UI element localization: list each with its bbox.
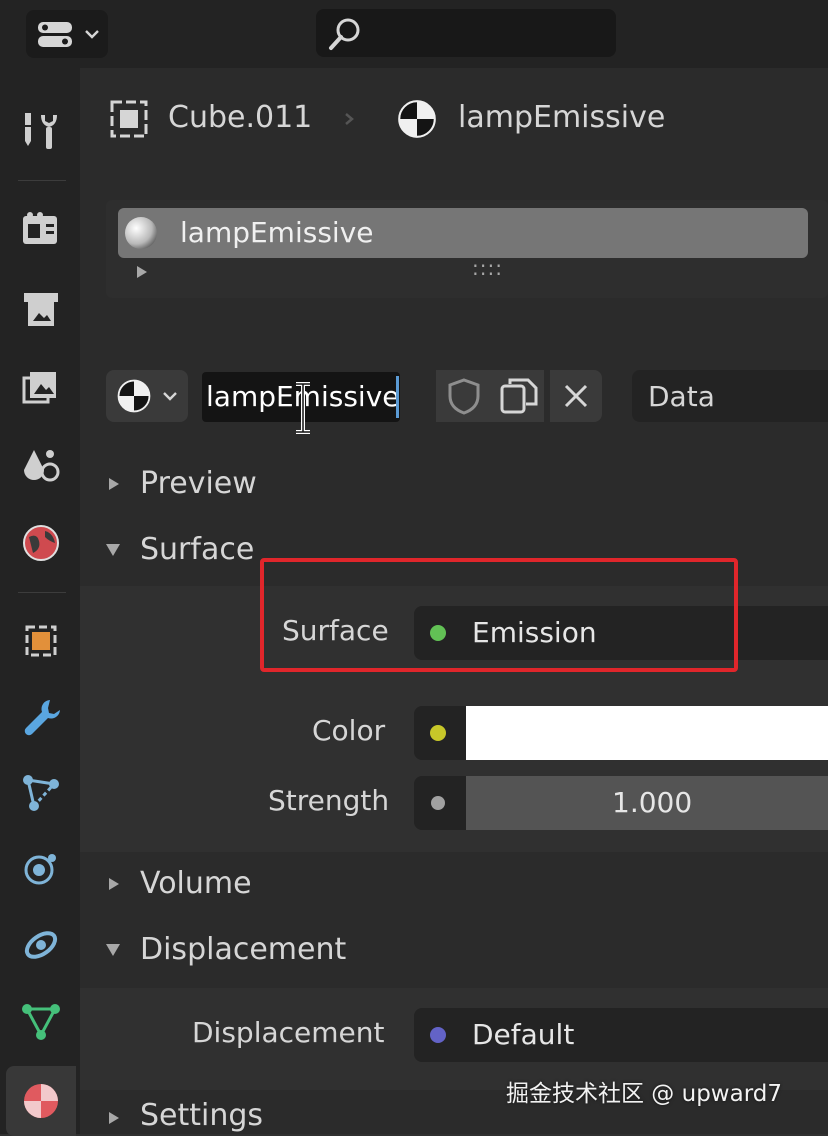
fake-user-button[interactable] <box>436 370 544 422</box>
strength-value: 1.000 <box>612 786 693 819</box>
unlink-button[interactable] <box>550 370 602 422</box>
link-dropdown[interactable]: Data <box>632 370 828 422</box>
panel-header-settings[interactable]: Settings <box>140 1098 263 1133</box>
tab-view-layer[interactable] <box>6 352 76 422</box>
tab-particles[interactable] <box>6 758 76 828</box>
i-beam-cursor-icon <box>296 382 310 434</box>
tab-object[interactable] <box>6 606 76 676</box>
panel-header-preview[interactable]: Preview <box>140 466 257 501</box>
close-icon <box>564 384 588 408</box>
particles-icon <box>23 775 59 811</box>
tab-render[interactable] <box>6 194 76 264</box>
collapsed-arrow-icon[interactable] <box>106 1110 122 1126</box>
value-socket-icon <box>431 796 445 810</box>
wrench-icon <box>24 700 60 736</box>
tab-output[interactable] <box>6 274 76 344</box>
render-icon <box>23 212 57 244</box>
chevron-down-icon <box>163 392 177 401</box>
object-icon <box>25 625 57 657</box>
panel-header-displacement[interactable]: Displacement <box>140 932 346 967</box>
color-socket-icon <box>430 725 446 741</box>
collapsed-arrow-icon[interactable] <box>106 876 122 892</box>
tool-icon <box>25 113 57 149</box>
output-icon <box>24 293 58 326</box>
tab-physics[interactable] <box>6 834 76 904</box>
text-cursor <box>396 376 399 418</box>
displacement-dropdown[interactable]: Default <box>414 1008 828 1062</box>
resize-grip[interactable]: :::: <box>472 256 503 280</box>
list-item[interactable]: lampEmissive <box>118 208 808 258</box>
tab-scene[interactable] <box>6 430 76 500</box>
breadcrumb-arrow-icon <box>345 113 354 125</box>
material-properties-panel: Cube.011 lampEmissive lampEmissive :::: <box>80 68 828 1134</box>
breadcrumb-object[interactable]: Cube.011 <box>168 100 312 135</box>
expanded-arrow-icon[interactable] <box>104 542 122 558</box>
expand-arrow-icon[interactable] <box>134 264 150 280</box>
highlight-box <box>260 558 738 672</box>
browse-material-button[interactable] <box>106 370 188 422</box>
strength-label: Strength <box>268 784 390 817</box>
color-socket-button[interactable] <box>414 706 466 760</box>
strength-slider[interactable]: 1.000 <box>466 776 828 830</box>
editor-type-button[interactable] <box>26 10 108 58</box>
tab-tool[interactable] <box>6 96 76 166</box>
mesh-data-icon <box>22 1004 60 1040</box>
properties-tab-bar <box>0 68 80 1136</box>
tab-data[interactable] <box>6 986 76 1056</box>
displacement-label: Displacement <box>192 1016 385 1049</box>
physics-icon <box>24 854 56 885</box>
link-value: Data <box>648 380 715 413</box>
slot-name: lampEmissive <box>180 216 374 249</box>
editor-type-icon <box>38 22 72 47</box>
material-browse-icon <box>117 379 151 413</box>
material-sphere-icon <box>125 217 157 249</box>
watermark: 掘金技术社区 @ upward7 <box>506 1081 782 1107</box>
expanded-arrow-icon[interactable] <box>104 942 122 958</box>
search-input[interactable] <box>316 9 616 57</box>
displacement-value: Default <box>472 1018 575 1051</box>
panel-header-volume[interactable]: Volume <box>140 866 252 901</box>
object-mode-icon <box>110 100 148 138</box>
constraints-icon <box>24 931 58 959</box>
duplicate-icon <box>500 378 538 414</box>
tab-material[interactable] <box>6 1066 76 1136</box>
world-icon <box>23 525 59 561</box>
collapsed-arrow-icon[interactable] <box>106 476 122 492</box>
material-breadcrumb-icon <box>398 100 436 138</box>
tab-world[interactable] <box>6 508 76 578</box>
search-icon <box>329 18 360 50</box>
vector-socket-icon <box>430 1027 446 1043</box>
chevron-down-icon <box>85 30 99 39</box>
color-label: Color <box>312 714 386 747</box>
panel-header-surface[interactable]: Surface <box>140 532 254 567</box>
scene-icon <box>24 450 60 482</box>
breadcrumb-material[interactable]: lampEmissive <box>458 100 665 135</box>
material-icon <box>24 1084 58 1118</box>
tab-modifiers[interactable] <box>6 682 76 752</box>
view-layer-icon <box>22 372 56 404</box>
strength-socket-button[interactable] <box>414 776 466 830</box>
color-swatch[interactable] <box>466 706 828 760</box>
shield-icon <box>448 378 480 415</box>
tab-constraints[interactable] <box>6 910 76 980</box>
